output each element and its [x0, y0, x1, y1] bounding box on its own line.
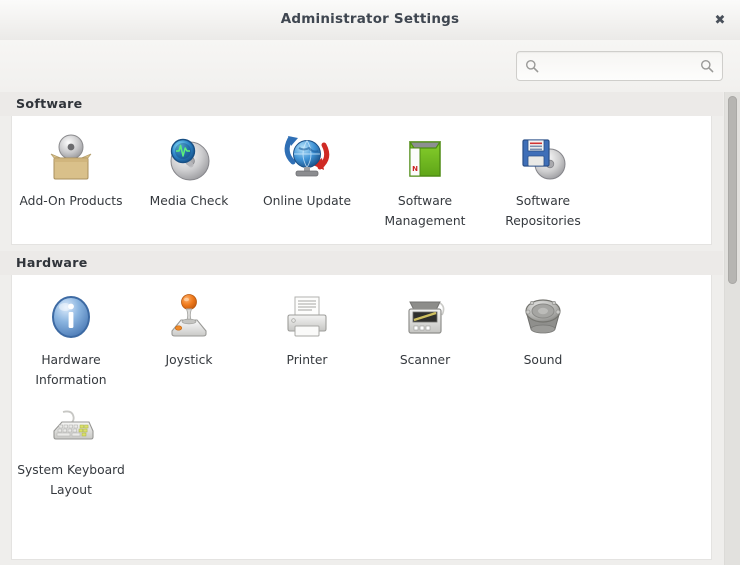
- close-icon[interactable]: ✖: [711, 11, 729, 29]
- toolbar: [0, 40, 740, 92]
- section-header-hardware: Hardware: [0, 251, 723, 275]
- section-hardware: Hardware Hardware Information Joystick P…: [0, 251, 723, 560]
- module-online-update[interactable]: Online Update: [248, 122, 366, 232]
- window-title: Administrator Settings: [280, 11, 460, 27]
- module-label: Software Management: [384, 194, 466, 229]
- section-software: Software Add-On Products Media Check Onl…: [0, 92, 723, 245]
- cd-magnifier-icon: [161, 130, 217, 186]
- floppy-cd-icon: [515, 130, 571, 186]
- yast-control-center-window: Administrator Settings ✖ Software Add-On…: [0, 0, 740, 565]
- globe-refresh-icon: [279, 130, 335, 186]
- module-label: Online Update: [262, 194, 352, 208]
- module-label: Printer: [286, 353, 328, 367]
- section-header-software: Software: [0, 92, 723, 116]
- blue-info-icon: [43, 289, 99, 345]
- module-printer[interactable]: Printer: [248, 281, 366, 391]
- joystick-icon: [161, 289, 217, 345]
- section-body-software: Add-On Products Media Check Online Updat…: [11, 116, 712, 245]
- module-label: System Keyboard Layout: [17, 462, 125, 498]
- module-system-keyboard-layout[interactable]: System Keyboard Layout: [12, 391, 130, 501]
- module-add-on-products[interactable]: Add-On Products: [12, 122, 130, 232]
- search-icon: [517, 59, 539, 73]
- module-label: Joystick: [165, 353, 213, 367]
- search-box[interactable]: [516, 51, 723, 81]
- svg-text:N: N: [412, 165, 418, 173]
- module-label: Add-On Products: [19, 194, 123, 208]
- module-software-repositories[interactable]: Software Repositories: [484, 122, 602, 232]
- module-media-check[interactable]: Media Check: [130, 122, 248, 232]
- search-submit-icon[interactable]: [700, 59, 722, 73]
- module-label: Software Repositories: [505, 194, 581, 229]
- window-titlebar: Administrator Settings ✖: [0, 0, 740, 41]
- scanner-icon: [397, 289, 453, 345]
- module-software-management[interactable]: N Software Management: [366, 122, 484, 232]
- scrollbar-thumb[interactable]: [728, 96, 737, 284]
- modules-content: Software Add-On Products Media Check Onl…: [0, 92, 723, 565]
- module-scanner[interactable]: Scanner: [366, 281, 484, 391]
- section-body-hardware: Hardware Information Joystick Printer Sc…: [11, 275, 712, 560]
- keyboard-icon: [43, 399, 99, 455]
- module-label: Sound: [523, 353, 563, 367]
- green-package-icon: N: [397, 130, 453, 186]
- module-joystick[interactable]: Joystick: [130, 281, 248, 391]
- module-sound[interactable]: Sound: [484, 281, 602, 391]
- module-label: Hardware Information: [35, 353, 107, 388]
- printer-icon: [279, 289, 335, 345]
- module-hardware-information[interactable]: Hardware Information: [12, 281, 130, 391]
- speaker-icon: [515, 289, 571, 345]
- vertical-scrollbar[interactable]: [724, 92, 740, 565]
- module-label: Scanner: [399, 353, 451, 367]
- search-input[interactable]: [539, 56, 700, 76]
- module-label: Media Check: [149, 194, 229, 208]
- package-box-cd-icon: [43, 130, 99, 186]
- modules-scroll-area[interactable]: Software Add-On Products Media Check Onl…: [0, 92, 740, 565]
